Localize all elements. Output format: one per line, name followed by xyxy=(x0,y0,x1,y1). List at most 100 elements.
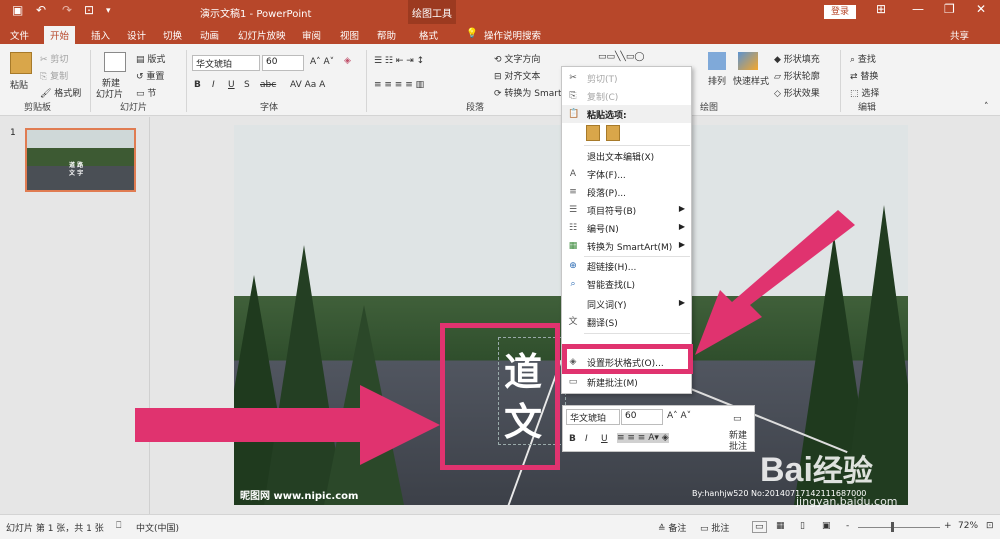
grow-font-icon[interactable]: A˄ A˅ xyxy=(310,57,334,67)
shape-outline-button[interactable]: ▱ 形状轮廓 xyxy=(774,69,820,82)
minimize-icon[interactable]: — xyxy=(912,2,924,16)
format-painter-button[interactable]: 🖌 格式刷 xyxy=(40,86,81,99)
tab-format[interactable]: 格式 xyxy=(419,28,438,42)
tab-animations[interactable]: 动画 xyxy=(200,28,219,42)
paste-keep-format-icon[interactable] xyxy=(586,125,600,141)
menu-item-smart-lookup[interactable]: ⌕ 智能查找(L) xyxy=(562,275,691,293)
slide-sorter-icon[interactable]: ▦ xyxy=(776,521,785,531)
mini-new-comment-icon[interactable]: ▭ xyxy=(733,414,742,424)
find-button[interactable]: ⌕ 查找 xyxy=(850,52,876,65)
text-direction-button[interactable]: ⟲ 文字方向 xyxy=(494,52,540,65)
close-icon[interactable]: ✕ xyxy=(976,2,986,16)
cut-button[interactable]: ✂ 剪切 xyxy=(40,52,68,65)
zoom-slider[interactable] xyxy=(858,527,940,528)
divider xyxy=(186,50,187,112)
menu-item-cut[interactable]: ✂ 剪切(T) xyxy=(562,69,691,87)
menu-item-copy[interactable]: ⎘ 复制(C) xyxy=(562,87,691,105)
convert-smartart-button[interactable]: ⟳ 转换为 Smart xyxy=(494,86,562,99)
underline-button[interactable]: U xyxy=(228,80,235,90)
redo-icon[interactable]: ↷ xyxy=(62,3,72,17)
mini-align-icons[interactable]: ≡ ≡ ≡ A▾ ◈ xyxy=(617,433,669,443)
shapes-gallery[interactable]: ▭▭╲╲▭◯ xyxy=(598,52,644,62)
mini-comment-label[interactable]: 批注 xyxy=(729,439,747,452)
zoom-slider-thumb[interactable] xyxy=(891,522,894,532)
normal-view-icon[interactable]: ▭ xyxy=(752,521,767,533)
menu-item-translate[interactable]: 文翻译(S) xyxy=(562,313,691,331)
start-presentation-icon[interactable]: ⊡ xyxy=(84,3,94,17)
customize-qat-icon[interactable]: ▾ xyxy=(106,6,111,16)
notes-button[interactable]: ≙ 备注 xyxy=(658,521,686,534)
section-button[interactable]: ▭ 节 xyxy=(136,86,156,99)
restore-icon[interactable]: ❐ xyxy=(944,2,955,16)
tell-me-search[interactable]: 操作说明搜索 xyxy=(484,28,541,42)
menu-item-paragraph[interactable]: ≡ 段落(P)... xyxy=(562,183,691,201)
bullets-icon[interactable]: ☰ ☷ ⇤ ⇥ ↕ xyxy=(374,56,424,66)
font-size-select[interactable]: 60 xyxy=(262,55,304,71)
tab-view[interactable]: 视图 xyxy=(340,28,359,42)
save-icon[interactable]: ▣ xyxy=(12,3,23,17)
ribbon-display-icon[interactable]: ⊞ xyxy=(876,2,886,16)
spellcheck-icon[interactable]: ⎕ xyxy=(116,521,121,531)
login-button[interactable]: 登录 xyxy=(824,5,856,19)
font-name-select[interactable]: 华文琥珀 xyxy=(192,55,260,71)
mini-underline-button[interactable]: U xyxy=(601,434,608,444)
slide-thumbnail[interactable]: 道 路 文 字 xyxy=(25,128,136,192)
menu-item-exit-edit[interactable]: 退出文本编辑(X) xyxy=(562,147,691,165)
shape-effects-button[interactable]: ◇ 形状效果 xyxy=(774,86,820,99)
undo-icon[interactable]: ↶ xyxy=(36,3,46,17)
mini-grow-font-icon[interactable]: A˄ A˅ xyxy=(667,411,691,421)
italic-button[interactable]: I xyxy=(212,80,215,90)
paste-picture-icon[interactable] xyxy=(606,125,620,141)
arrange-icon[interactable] xyxy=(708,52,726,70)
new-slide-label2[interactable]: 幻灯片 xyxy=(96,87,123,100)
layout-button[interactable]: ▤ 版式 xyxy=(136,52,165,65)
tab-file[interactable]: 文件 xyxy=(10,28,29,42)
char-spacing-icon[interactable]: AV Aa A xyxy=(290,80,325,90)
slideshow-icon[interactable]: ▣ xyxy=(822,521,831,531)
quick-styles-icon[interactable] xyxy=(738,52,758,70)
align-icons[interactable]: ≡ ≡ ≡ ≡ ▥ xyxy=(374,80,424,90)
share-button[interactable]: 共享 xyxy=(950,28,969,42)
menu-item-font[interactable]: A 字体(F)... xyxy=(562,165,691,183)
menu-item-new-comment[interactable]: ▭ 新建批注(M) xyxy=(562,373,691,391)
quick-styles-button[interactable]: 快速样式 xyxy=(733,74,769,87)
tab-slideshow[interactable]: 幻灯片放映 xyxy=(238,28,286,42)
tab-design[interactable]: 设计 xyxy=(127,28,146,42)
menu-item-hyperlink[interactable]: ⊕ 超链接(H)... xyxy=(562,257,691,275)
strikethrough-button[interactable]: abc xyxy=(260,80,276,90)
comments-button[interactable]: ▭ 批注 xyxy=(700,521,729,534)
tab-review[interactable]: 审阅 xyxy=(302,28,321,42)
arrange-button[interactable]: 排列 xyxy=(708,74,726,87)
mini-italic-button[interactable]: I xyxy=(585,434,588,444)
paste-button[interactable]: 粘贴 xyxy=(10,78,28,91)
tab-transitions[interactable]: 切换 xyxy=(163,28,182,42)
reading-view-icon[interactable]: ▯ xyxy=(800,521,805,531)
mini-size-select[interactable]: 60 xyxy=(621,409,663,425)
tab-insert[interactable]: 插入 xyxy=(91,28,110,42)
menu-item-numbering[interactable]: ☷ 编号(N) ▶ xyxy=(562,219,691,237)
shape-fill-button[interactable]: ◆ 形状填充 xyxy=(774,52,820,65)
select-button[interactable]: ⬚ 选择 xyxy=(850,86,879,99)
zoom-out-button[interactable]: - xyxy=(846,521,849,531)
menu-item-smartart[interactable]: ▦ 转换为 SmartArt(M) ▶ xyxy=(562,237,691,255)
align-text-button[interactable]: ⊟ 对齐文本 xyxy=(494,69,540,82)
language[interactable]: 中文(中国) xyxy=(136,521,179,534)
mini-bold-button[interactable]: B xyxy=(569,434,576,444)
reset-button[interactable]: ↺ 重置 xyxy=(136,69,164,82)
tab-home[interactable]: 开始 xyxy=(44,26,76,44)
zoom-level[interactable]: 72% xyxy=(958,521,978,531)
paste-icon[interactable] xyxy=(10,52,32,74)
zoom-in-button[interactable]: + xyxy=(944,521,952,531)
clear-format-icon[interactable]: ◈ xyxy=(344,56,351,66)
mini-font-select[interactable]: 华文琥珀 xyxy=(566,409,620,425)
menu-item-synonyms[interactable]: 同义词(Y) ▶ xyxy=(562,295,691,313)
tab-help[interactable]: 帮助 xyxy=(377,28,396,42)
shadow-button[interactable]: S xyxy=(244,80,250,90)
replace-button[interactable]: ⇄ 替换 xyxy=(850,69,878,82)
new-slide-icon[interactable] xyxy=(104,52,126,72)
bold-button[interactable]: B xyxy=(194,80,201,90)
copy-button[interactable]: ⎘ 复制 xyxy=(40,69,68,82)
collapse-ribbon-icon[interactable]: ˄ xyxy=(984,102,989,112)
menu-item-bullets[interactable]: ☰ 项目符号(B) ▶ xyxy=(562,201,691,219)
fit-slide-icon[interactable]: ⊡ xyxy=(986,521,994,531)
